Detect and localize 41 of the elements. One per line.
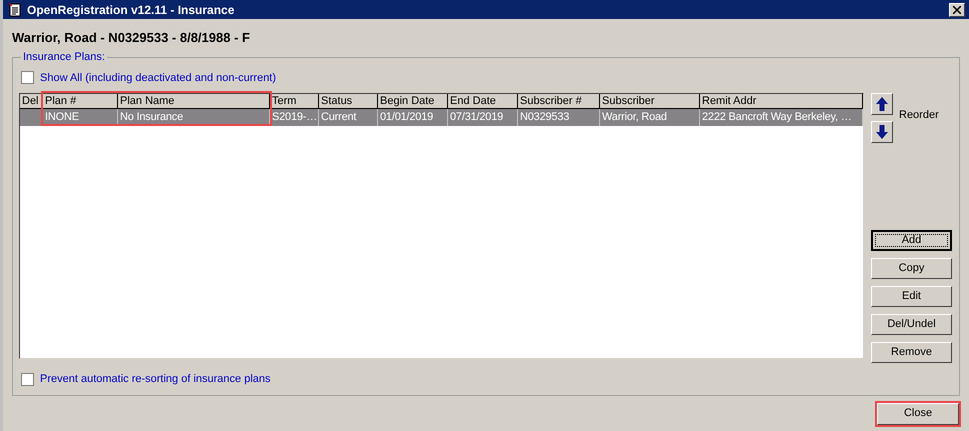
table-cell: 07/31/2019 — [448, 109, 518, 126]
action-button[interactable]: Copy — [871, 258, 952, 279]
down-arrow-icon — [876, 125, 888, 139]
table-cell: INONE — [43, 109, 118, 126]
column-header[interactable]: End Date — [448, 94, 518, 108]
group-title: Insurance Plans: — [22, 50, 106, 65]
table-row[interactable]: INONE No Insurance S2019-… Current 01/01/2019 07/31/2019 N0329533 Warrior, Road 2222 Bancroft Way Berkeley, … — [20, 109, 863, 126]
action-button[interactable]: Del/Undel — [871, 314, 952, 335]
column-header[interactable]: Remit Addr — [700, 94, 863, 108]
close-button[interactable]: Close — [877, 402, 959, 424]
prevent-resort-label: Prevent automatic re-sorting of insurance plans — [40, 372, 271, 387]
close-icon — [953, 6, 961, 14]
move-up-button[interactable] — [871, 93, 893, 115]
move-down-button[interactable] — [871, 121, 893, 143]
table-cell: Current — [319, 109, 378, 126]
patient-header: Warrior, Road - N0329533 - 8/8/1988 - F — [12, 29, 251, 45]
table-cell: 01/01/2019 — [378, 109, 448, 126]
table-cell: No Insurance — [118, 109, 270, 126]
action-button[interactable]: Add — [871, 230, 952, 251]
checkbox[interactable] — [21, 372, 34, 386]
table-cell: 2222 Bancroft Way Berkeley, … — [700, 109, 863, 126]
show-all-label: Show All (including deactivated and non-current) — [40, 70, 276, 86]
checkbox[interactable] — [21, 71, 34, 84]
column-header[interactable]: Subscriber # — [518, 94, 600, 108]
close-window-button[interactable] — [949, 2, 965, 16]
action-button[interactable]: Edit — [871, 286, 952, 307]
window-title: OpenRegistration v12.11 - Insurance — [27, 2, 236, 18]
column-header[interactable]: Del — [20, 94, 43, 108]
column-header[interactable]: Term — [270, 94, 319, 108]
table-cell: Warrior, Road — [600, 109, 700, 126]
table-cell: N0329533 — [518, 109, 600, 126]
column-header[interactable]: Begin Date — [378, 94, 448, 108]
up-arrow-icon — [876, 97, 888, 111]
column-header[interactable]: Plan Name — [118, 94, 270, 108]
column-header[interactable]: Plan # — [43, 94, 118, 108]
column-header[interactable]: Status — [319, 94, 378, 108]
reorder-label: Reorder — [899, 108, 939, 123]
table-cell: S2019-… — [270, 109, 319, 126]
column-header[interactable]: Subscriber — [600, 94, 700, 108]
action-button[interactable]: Remove — [871, 342, 952, 363]
document-icon — [9, 2, 21, 16]
